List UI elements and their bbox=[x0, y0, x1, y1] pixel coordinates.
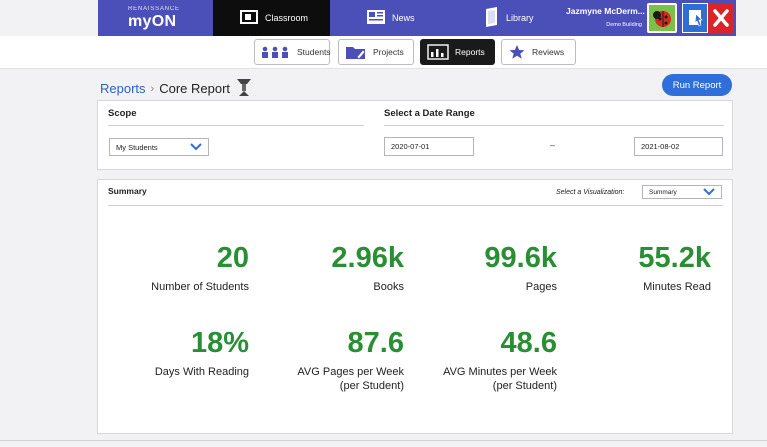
top-bar: RENAISSANCE myON Classroom News Library … bbox=[0, 0, 767, 36]
students-icon bbox=[261, 46, 291, 58]
user-name: Jazmyne McDerm... bbox=[566, 6, 645, 16]
scope-select[interactable]: My Students bbox=[109, 138, 209, 156]
breadcrumb-reports-link[interactable]: Reports bbox=[100, 81, 146, 96]
scope-select-value: My Students bbox=[116, 142, 158, 152]
metric-pages: 99.6k Pages bbox=[484, 244, 557, 295]
metric-label: AVG Minutes per Week bbox=[443, 366, 557, 378]
metric-label: Minutes Read bbox=[643, 281, 711, 293]
sub-toolbar: Students Projects Reports Reviews bbox=[0, 36, 767, 69]
metric-value: 48.6 bbox=[500, 327, 557, 359]
date-range-divider bbox=[384, 125, 724, 126]
brand-small-text: RENAISSANCE bbox=[128, 6, 180, 12]
summary-panel: Summary Select a Visualization: Summary … bbox=[97, 179, 733, 434]
students-button[interactable]: Students bbox=[254, 39, 331, 65]
visualization-select[interactable]: Summary bbox=[642, 185, 722, 199]
reports-icon bbox=[427, 44, 449, 60]
breadcrumb: Reports › Core Report bbox=[100, 77, 252, 100]
user-info[interactable]: Jazmyne McDerm... Demo Building bbox=[566, 6, 645, 28]
date-range-title: Select a Date Range bbox=[384, 108, 475, 119]
reports-button-label: Reports bbox=[455, 47, 485, 57]
library-icon bbox=[484, 7, 500, 29]
metric-avg-minutes-per-week: 48.6 AVG Minutes per Week (per Student) bbox=[443, 329, 557, 394]
metric-label: AVG Pages per Week bbox=[297, 366, 404, 378]
metric-label: Number of Students bbox=[151, 281, 249, 293]
brand-name: myON bbox=[128, 13, 177, 30]
end-date-input[interactable]: 2021-08-02 bbox=[634, 137, 723, 156]
metric-value: 18% bbox=[190, 327, 249, 359]
tab-classroom[interactable]: Classroom bbox=[213, 0, 330, 36]
date-range-separator: – bbox=[550, 140, 556, 150]
help-icon bbox=[689, 10, 703, 27]
scope-panel: Scope My Students Select a Date Range 20… bbox=[97, 100, 733, 170]
help-button[interactable] bbox=[682, 3, 708, 33]
reviews-icon bbox=[508, 44, 526, 60]
metric-label: Pages bbox=[525, 281, 557, 293]
metric-label: Books bbox=[373, 281, 404, 293]
top-bar-left-gutter bbox=[0, 0, 98, 36]
metric-minutes-read: 55.2k Minutes Read bbox=[638, 244, 711, 295]
summary-title: Summary bbox=[108, 186, 147, 196]
start-date-input[interactable]: 2020-07-01 bbox=[384, 137, 474, 156]
tab-library[interactable]: Library bbox=[484, 0, 564, 36]
metric-label-sub: (per Student) bbox=[492, 379, 557, 392]
tab-library-label: Library bbox=[506, 13, 534, 23]
projects-button-label: Projects bbox=[373, 47, 404, 57]
metric-value: 99.6k bbox=[484, 242, 557, 274]
metric-value: 2.96k bbox=[331, 242, 404, 274]
tab-news-label: News bbox=[392, 13, 415, 23]
tab-classroom-label: Classroom bbox=[265, 13, 309, 23]
ladybug-avatar-icon bbox=[649, 5, 675, 31]
metric-number-of-students: 20 Number of Students bbox=[151, 244, 249, 295]
visualization-label: Select a Visualization: bbox=[556, 189, 625, 196]
page-title: Core Report bbox=[159, 81, 231, 96]
scope-divider bbox=[108, 125, 364, 126]
scope-title: Scope bbox=[108, 108, 137, 119]
chevron-down-icon bbox=[703, 187, 715, 199]
footer-divider bbox=[0, 440, 767, 441]
chevron-down-icon bbox=[190, 142, 202, 154]
reviews-button-label: Reviews bbox=[532, 47, 565, 57]
metric-avg-pages-per-week: 87.6 AVG Pages per Week (per Student) bbox=[297, 329, 404, 394]
students-button-label: Students bbox=[297, 47, 331, 57]
visualization-select-value: Summary bbox=[649, 188, 677, 196]
run-report-button[interactable]: Run Report bbox=[662, 74, 732, 96]
avatar[interactable] bbox=[647, 3, 677, 33]
reviews-button[interactable]: Reviews bbox=[501, 39, 576, 65]
tab-news[interactable]: News bbox=[366, 0, 446, 36]
metric-value: 20 bbox=[216, 242, 249, 274]
core-report-icon bbox=[236, 77, 252, 100]
metric-days-with-reading: 18% Days With Reading bbox=[155, 329, 249, 380]
metric-label: Days With Reading bbox=[154, 366, 249, 378]
breadcrumb-separator: › bbox=[150, 82, 155, 95]
classroom-icon bbox=[239, 9, 259, 27]
metric-value: 87.6 bbox=[347, 327, 404, 359]
exit-button[interactable] bbox=[708, 3, 734, 33]
summary-divider bbox=[108, 205, 723, 206]
metric-books: 2.96k Books bbox=[331, 244, 404, 295]
metric-label-sub: (per Student) bbox=[339, 379, 404, 392]
top-bar-right-gutter bbox=[736, 0, 767, 36]
metric-value: 55.2k bbox=[638, 242, 711, 274]
brand-logo[interactable]: RENAISSANCE myON bbox=[128, 6, 180, 30]
reports-button[interactable]: Reports bbox=[420, 39, 495, 65]
user-school: Demo Building bbox=[606, 22, 642, 28]
projects-icon bbox=[345, 44, 367, 60]
projects-button[interactable]: Projects bbox=[338, 39, 414, 65]
close-icon bbox=[713, 9, 729, 27]
news-icon bbox=[366, 9, 386, 27]
